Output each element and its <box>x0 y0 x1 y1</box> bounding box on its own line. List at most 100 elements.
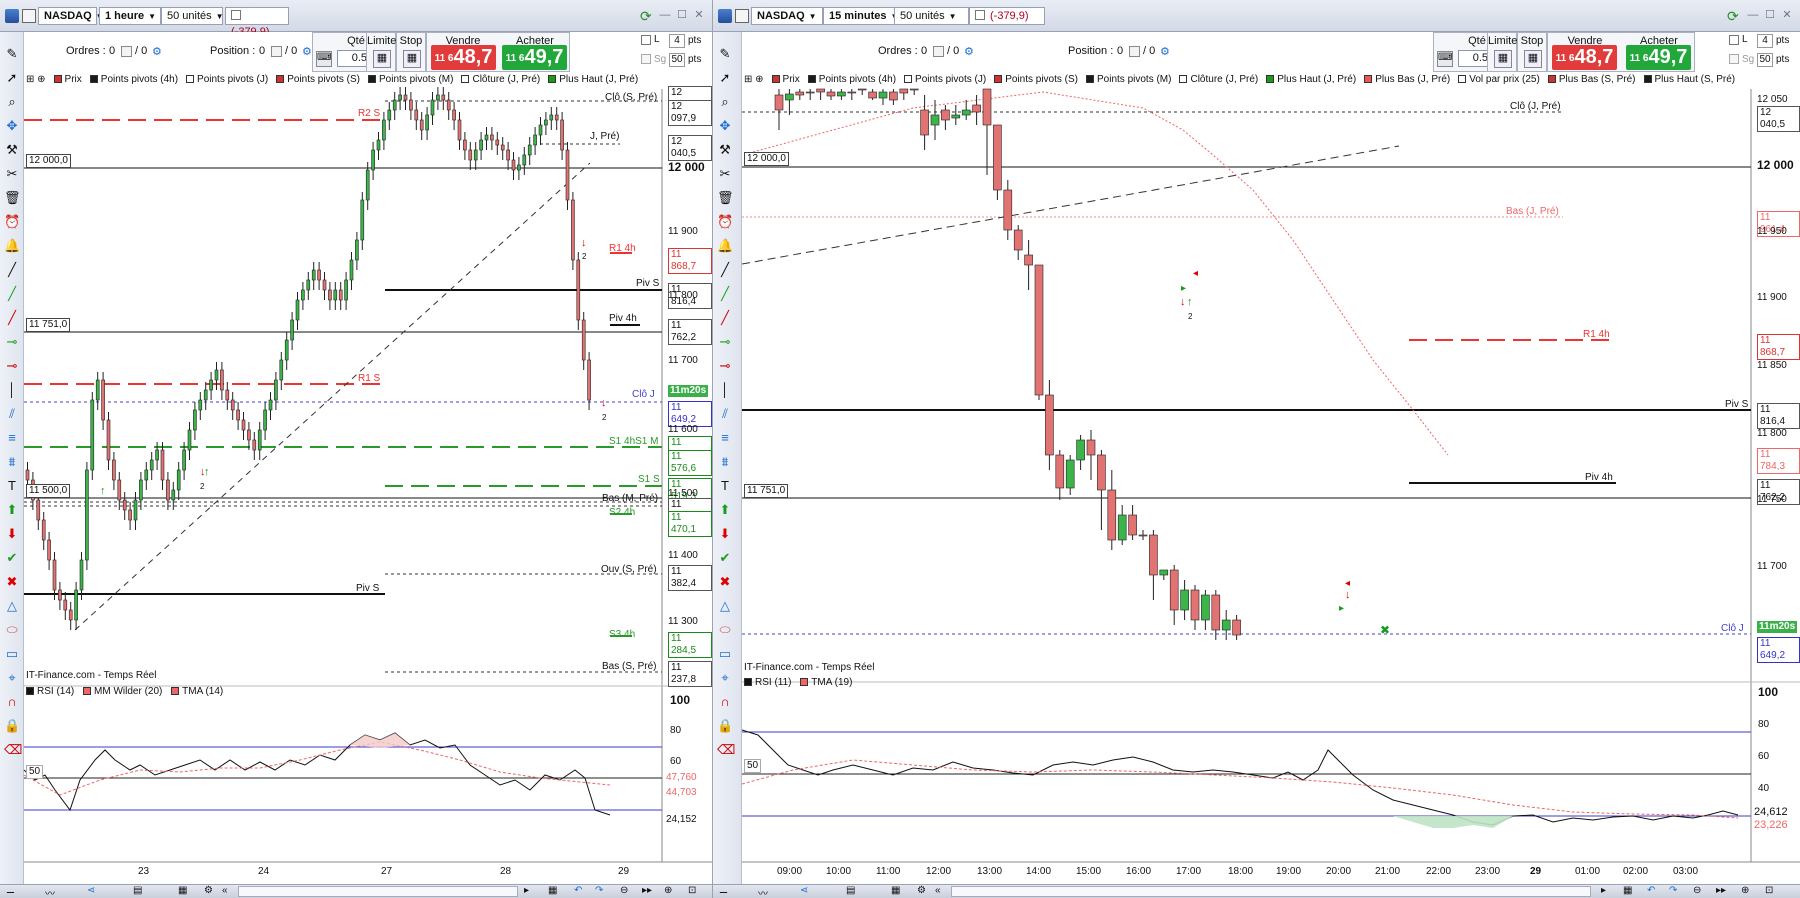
indicators-icon[interactable]: ▦ <box>891 885 900 896</box>
horizontal-scrollbar[interactable] <box>238 886 518 897</box>
chart-type-icon[interactable]: ⚊ <box>719 885 728 896</box>
rsi-legend-item[interactable]: RSI (11) <box>744 677 792 688</box>
sell-arrow-icon: ↓ <box>1345 589 1351 601</box>
zoom-in-icon[interactable]: ⊕ <box>664 885 672 896</box>
scroll-right-icon[interactable]: ▸ <box>524 885 529 896</box>
share-icon[interactable]: ⋖ <box>800 885 808 896</box>
candle-body <box>187 429 192 451</box>
price-axis-label: 12 040,5 <box>1757 106 1800 132</box>
price-axis-label: 11 400 <box>668 550 698 561</box>
time-label: 23:00 <box>1475 866 1501 877</box>
candle-body <box>328 289 332 301</box>
candle-body <box>171 489 176 501</box>
candle-body <box>581 319 586 361</box>
horizontal-scrollbar[interactable] <box>951 886 1591 897</box>
candle-body <box>484 134 489 141</box>
table-icon[interactable]: ▦ <box>1623 885 1632 896</box>
candle-body <box>414 109 419 121</box>
zoom-out-icon[interactable]: ⊖ <box>1693 885 1701 896</box>
price-axis-label: 11 382,4 <box>668 565 712 591</box>
scroll-end-icon[interactable]: ▸▸ <box>1716 885 1726 896</box>
candle-body <box>52 559 57 591</box>
price-axis-label: 11 950 <box>1757 226 1787 237</box>
candle-body <box>920 109 929 136</box>
candle-body <box>90 399 95 471</box>
price-axis-label: 11 868,7 <box>1757 334 1800 360</box>
candle-body <box>490 134 494 141</box>
marker-icon: ▸ <box>1181 283 1187 294</box>
candle-body <box>263 409 267 431</box>
indicators-icon[interactable]: ▦ <box>178 885 187 896</box>
time-label: 19:00 <box>1276 866 1302 877</box>
candle-body <box>1045 394 1054 456</box>
time-label: 24 <box>258 866 270 877</box>
price-axis-label: 11 300 <box>668 616 698 627</box>
time-label: 02:00 <box>1623 866 1649 877</box>
signal-count: 2 <box>200 482 205 491</box>
chart-window-1h: NASDAQ▼ 1 heure▼ 50 unités▼ (-379,9) ⟳ —… <box>0 0 712 898</box>
candle-body <box>511 159 516 171</box>
candle-body <box>463 139 467 151</box>
candle-body <box>149 459 154 471</box>
zoom-out-icon[interactable]: ⊖ <box>620 885 628 896</box>
candle-body <box>279 359 284 381</box>
redo-icon[interactable]: ↷ <box>595 885 603 896</box>
rsi-level-label: 50 <box>744 759 762 773</box>
candle-body <box>95 379 100 401</box>
fit-icon[interactable]: ⊡ <box>1765 885 1773 896</box>
price-chart-15m[interactable] <box>713 0 1800 898</box>
chart-type-icon[interactable]: ⚊ <box>6 885 15 896</box>
level-label-12000: 12 000,0 <box>744 152 789 166</box>
rsi-legend-item[interactable]: TMA (19) <box>800 677 852 688</box>
candle-body <box>889 91 898 101</box>
candle-body <box>419 119 424 131</box>
redo-icon[interactable]: ↷ <box>1669 885 1677 896</box>
chart-bottom-toolbar: ⚊ 〰 ⋖ ▤ ▦ ⚙ « ▸ ▦ ↶ ↷ ⊖ ▸▸ ⊕ ⊡ <box>713 884 1800 898</box>
candle-body <box>166 479 170 501</box>
rsi-axis-value: 47,760 <box>666 772 697 783</box>
candle-body <box>101 379 105 421</box>
zoom-in-icon[interactable]: ⊕ <box>1741 885 1749 896</box>
candle-body <box>544 119 548 126</box>
price-axis-label: 11 470,1 <box>668 511 712 537</box>
line-chart-icon[interactable]: 〰 <box>758 885 768 898</box>
candle-body <box>479 139 483 151</box>
scroll-end-icon[interactable]: ▸▸ <box>642 885 652 896</box>
candle-body <box>795 91 805 96</box>
rsi-legend-item[interactable]: MM Wilder (20) <box>83 686 162 697</box>
candle-body <box>236 409 240 421</box>
layout-icon[interactable]: ▤ <box>133 885 142 896</box>
rsi-legend-item[interactable]: RSI (14) <box>26 686 74 697</box>
settings-icon[interactable]: ⚙ <box>204 885 213 896</box>
time-label: 29 <box>618 866 630 877</box>
candle-body <box>1055 454 1065 489</box>
scroll-left-icon[interactable]: « <box>935 885 941 896</box>
undo-icon[interactable]: ↶ <box>1647 885 1655 896</box>
table-icon[interactable]: ▦ <box>548 885 557 896</box>
time-label: 20:00 <box>1326 866 1352 877</box>
undo-icon[interactable]: ↶ <box>574 885 582 896</box>
price-axis-label: 12 000 <box>668 160 705 174</box>
price-axis-label: 11 900 <box>1757 292 1787 303</box>
time-label: 29 <box>1530 866 1542 877</box>
scroll-left-icon[interactable]: « <box>222 885 228 896</box>
time-label: 16:00 <box>1126 866 1152 877</box>
candle-body <box>982 88 992 126</box>
layout-icon[interactable]: ▤ <box>846 885 855 896</box>
candle-body <box>565 149 570 201</box>
settings-icon[interactable]: ⚙ <box>917 885 926 896</box>
candle-body <box>290 319 294 341</box>
signal-count: 2 <box>582 252 587 261</box>
candle-body <box>826 91 836 97</box>
rsi-legend-item[interactable]: TMA (14) <box>171 686 223 697</box>
scroll-right-icon[interactable]: ▸ <box>1601 885 1606 896</box>
rsi-axis-60: 60 <box>1758 751 1770 762</box>
candle-body <box>349 259 354 281</box>
share-icon[interactable]: ⋖ <box>87 885 95 896</box>
line-chart-icon[interactable]: 〰 <box>45 885 55 898</box>
candle-body <box>252 439 257 451</box>
candle-body <box>214 369 219 381</box>
candle-body <box>909 88 919 91</box>
candle-body <box>587 359 591 401</box>
fit-icon[interactable]: ⊡ <box>688 885 696 896</box>
